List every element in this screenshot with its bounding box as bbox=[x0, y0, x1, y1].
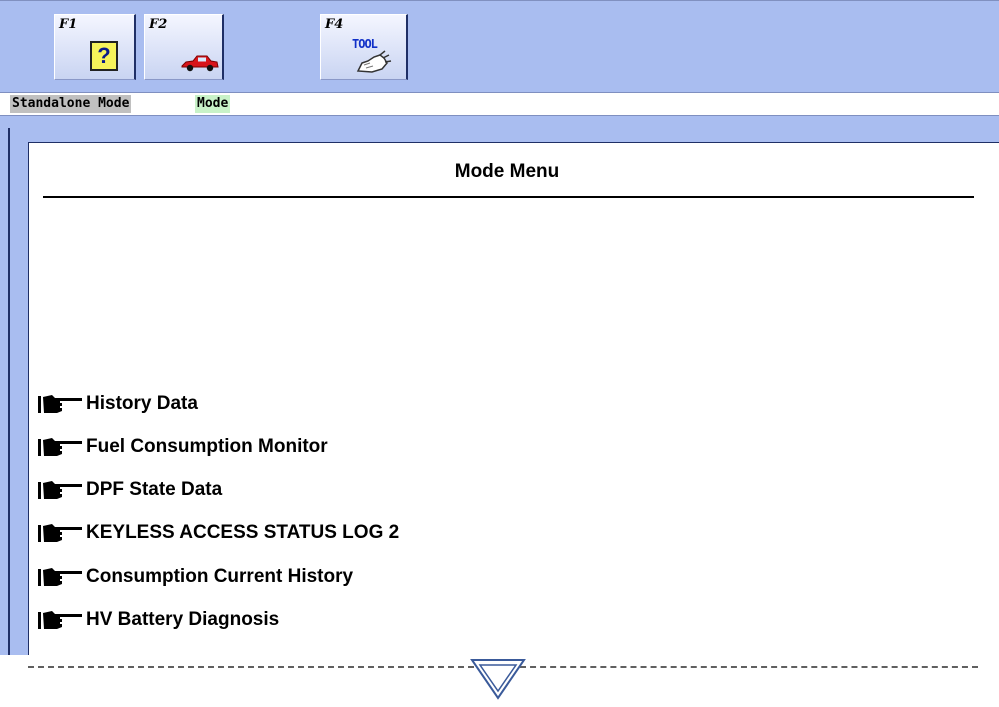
menu-item-fuel-consumption-monitor[interactable]: Fuel Consumption Monitor bbox=[38, 433, 328, 461]
menu-item-consumption-current-history[interactable]: Consumption Current History bbox=[38, 563, 353, 591]
menu-item-label: Consumption Current History bbox=[86, 566, 354, 587]
pointing-hand-icon bbox=[38, 481, 82, 499]
function-key-toolbar: F1 ? F2 F4 TOOL bbox=[0, 0, 999, 92]
f2-key-label: F2 bbox=[149, 17, 168, 32]
pointing-hand-icon bbox=[38, 524, 82, 542]
pointing-hand-icon bbox=[38, 395, 82, 413]
f1-key-label: F1 bbox=[59, 17, 78, 32]
scroll-hint-divider-left bbox=[28, 666, 474, 668]
breadcrumb-standalone-mode: Standalone Mode bbox=[10, 95, 132, 113]
pointing-hand-icon bbox=[38, 611, 82, 629]
f4-key-label: F4 bbox=[325, 17, 344, 32]
mode-menu-panel: Mode Menu History Data Fuel Consumption … bbox=[28, 142, 999, 655]
mode-status-bar: Standalone Mode Mode bbox=[0, 92, 999, 116]
menu-item-label: HV Battery Diagnosis bbox=[86, 609, 280, 630]
help-icon: ? bbox=[90, 41, 118, 71]
f2-vehicle-button[interactable]: F2 bbox=[144, 14, 224, 80]
menu-item-dpf-state-data[interactable]: DPF State Data bbox=[38, 476, 222, 504]
breadcrumb-mode: Mode bbox=[195, 95, 231, 113]
menu-item-label: KEYLESS ACCESS STATUS LOG 2 bbox=[86, 522, 400, 543]
chevron-down-icon[interactable] bbox=[468, 654, 528, 704]
menu-item-label: DPF State Data bbox=[86, 479, 223, 500]
title-divider bbox=[43, 196, 974, 198]
f4-tool-button[interactable]: F4 TOOL bbox=[320, 14, 408, 80]
tool-icon bbox=[356, 50, 392, 73]
menu-item-keyless-access-status-log[interactable]: KEYLESS ACCESS STATUS LOG 2 bbox=[38, 519, 399, 547]
frame-border bbox=[8, 128, 15, 655]
car-icon bbox=[181, 55, 219, 72]
scroll-hint-divider-right bbox=[520, 666, 978, 668]
pointing-hand-icon bbox=[38, 438, 82, 456]
menu-item-history-data[interactable]: History Data bbox=[38, 390, 198, 418]
panel-title: Mode Menu bbox=[454, 161, 560, 182]
f1-help-button[interactable]: F1 ? bbox=[54, 14, 136, 80]
pointing-hand-icon bbox=[38, 568, 82, 586]
menu-item-label: History Data bbox=[86, 393, 198, 414]
menu-item-label: Fuel Consumption Monitor bbox=[86, 436, 328, 457]
menu-item-hv-battery-diagnosis[interactable]: HV Battery Diagnosis bbox=[38, 606, 279, 634]
